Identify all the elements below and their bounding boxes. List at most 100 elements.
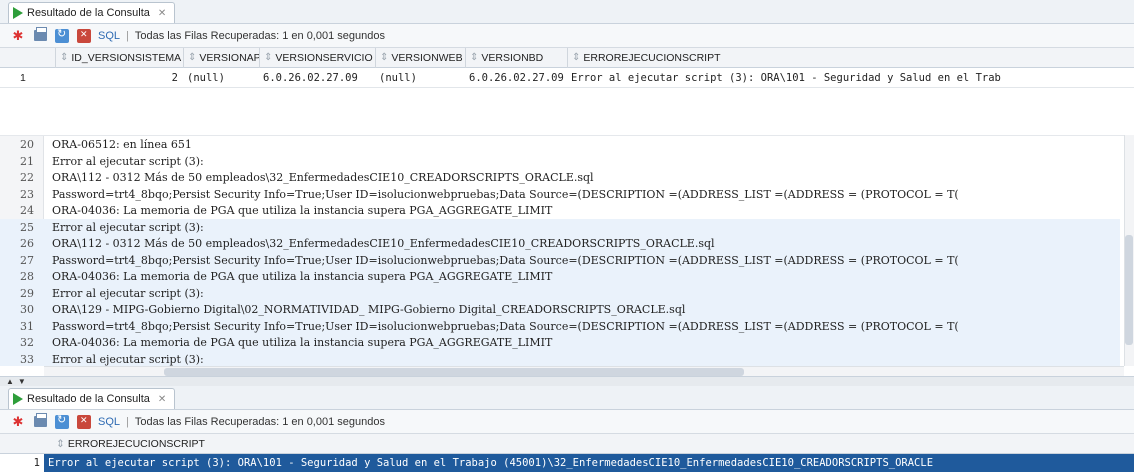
column-header-versionbd[interactable]: ⇕ VERSIONBD [466, 47, 568, 68]
sort-icon: ⇕ [56, 437, 65, 450]
cancel-icon [77, 414, 91, 429]
row-number: 1 [20, 71, 26, 84]
cancel-icon [77, 28, 91, 43]
line-text: ORA\129 - MIPG-Gobierno Digital\02_NORMA… [52, 303, 686, 316]
cell-versionbd[interactable]: 6.0.26.02.27.09 [466, 72, 568, 84]
play-icon [13, 7, 23, 19]
bottom-tab-title: Resultado de la Consulta [27, 393, 150, 405]
editor-line[interactable]: 32 ORA-04036: La memoria de PGA que utili… [0, 334, 1120, 351]
line-text: Error al ejecutar script (3): [52, 286, 204, 300]
editor-line[interactable]: 29 Error al ejecutar script (3): [0, 284, 1120, 302]
cell-id-versionsistema[interactable]: 2 [56, 72, 184, 84]
cell-versionapi[interactable]: (null) [184, 72, 260, 84]
top-result-tab[interactable]: Resultado de la Consulta ✕ [8, 2, 176, 23]
top-toolbar: ✱ SQL | Todas las Filas Recuperadas: 1 e… [0, 24, 1134, 48]
collapse-down-icon[interactable]: ▼ [18, 377, 26, 386]
line-number: 20 [20, 138, 34, 151]
line-number: 32 [20, 336, 34, 349]
sql-link[interactable]: SQL [98, 416, 120, 428]
editor-line[interactable]: 28 ORA-04036: La memoria de PGA que utili… [0, 268, 1120, 285]
editor-line[interactable]: 22 ORA\112 - 0312 Más de 50 empleados\32_… [0, 169, 1120, 186]
line-text: ORA-04036: La memoria de PGA que utiliza… [52, 270, 553, 283]
line-text: ORA-04036: La memoria de PGA que utiliza… [52, 336, 553, 349]
column-header-label: VERSIONBD [481, 51, 544, 64]
print-button[interactable] [32, 27, 48, 44]
line-number: 31 [20, 319, 34, 333]
bottom-result-panel: Resultado de la Consulta ✕ ✱ SQL | Todas… [0, 386, 1134, 472]
line-number: 30 [20, 303, 34, 316]
refresh-icon [55, 413, 69, 429]
collapse-up-icon[interactable]: ▲ [6, 377, 14, 386]
line-number: 29 [20, 286, 34, 300]
column-header-label: VERSIONSERVICIO [275, 51, 373, 64]
editor-line[interactable]: 33 Error al ejecutar script (3): [0, 350, 1120, 366]
horizontal-scroll-thumb[interactable] [164, 368, 744, 376]
close-icon[interactable]: ✕ [158, 8, 166, 19]
editor-line[interactable]: 31 Password=trt4_8bqo;Persist Security In… [0, 317, 1120, 335]
sort-icon: ⇕ [380, 52, 389, 63]
cancel-button[interactable] [76, 414, 92, 430]
row-number-header [0, 47, 56, 68]
line-text: ORA\112 - 0312 Más de 50 empleados\32_En… [52, 171, 594, 184]
query-status: Todas las Filas Recuperadas: 1 en 0,001 … [134, 29, 385, 42]
selected-table-row[interactable]: 1 Error al ejecutar script (3): ORA\101 … [0, 454, 1134, 472]
editor-line[interactable]: 25 Error al ejecutar script (3): [0, 218, 1120, 236]
line-number: 24 [20, 204, 34, 217]
line-number: 27 [20, 253, 34, 267]
bottom-result-tab[interactable]: Resultado de la Consulta ✕ [8, 388, 176, 409]
line-text: Password=trt4_8bqo;Persist Security Info… [52, 187, 959, 201]
column-header-label: VERSIONAPI [199, 51, 260, 64]
print-button[interactable] [32, 413, 48, 430]
row-number: 1 [0, 454, 44, 472]
line-number: 21 [20, 154, 34, 168]
cell-errorejecucionscript[interactable]: Error al ejecutar script (3): ORA\101 - … [568, 72, 1128, 84]
editor-line[interactable]: 30 ORA\129 - MIPG-Gobierno Digital\02_NOR… [0, 301, 1120, 318]
panel-splitter[interactable]: ▲ ▼ [0, 376, 1134, 386]
vertical-scrollbar[interactable] [1124, 135, 1134, 366]
column-header-label: ERROREJECUCIONSCRIPT [583, 51, 721, 64]
sql-link[interactable]: SQL [98, 30, 120, 42]
sort-icon: ⇕ [60, 52, 69, 63]
bottom-tabbar: Resultado de la Consulta ✕ [0, 386, 1134, 410]
cell-versionweb[interactable]: (null) [376, 72, 466, 84]
refresh-button[interactable] [54, 413, 70, 430]
line-text: Error al ejecutar script (3): [52, 154, 204, 168]
cell-value-editor[interactable]: 20 ORA-06512: en línea 651 21 Error al ejec… [0, 135, 1134, 366]
line-number: 22 [20, 171, 34, 184]
column-header-versionweb[interactable]: ⇕ VERSIONWEB [376, 47, 466, 68]
column-header-errorejecucionscript[interactable]: ⇕ ERROREJECUCIONSCRIPT [568, 48, 1134, 68]
editor-line[interactable]: 26 ORA\112 - 0312 Más de 50 empleados\32_… [0, 235, 1120, 252]
line-number: 23 [20, 187, 34, 201]
column-header-versionservicio[interactable]: ⇕ VERSIONSERVICIO [260, 47, 376, 68]
editor-line[interactable]: 21 Error al ejecutar script (3): [0, 153, 1120, 170]
editor-line[interactable]: 27 Password=trt4_8bqo;Persist Security In… [0, 251, 1120, 269]
pin-icon[interactable]: ✱ [10, 28, 26, 44]
sort-icon: ⇕ [264, 52, 273, 63]
vertical-scroll-thumb[interactable] [1125, 235, 1133, 345]
top-column-header-row: ⇕ ID_VERSIONSISTEMA ⇕ VERSIONAPI ⇕ VERSI… [0, 47, 1134, 68]
editor-line[interactable]: 20 ORA-06512: en línea 651 [0, 136, 1120, 153]
column-header-errorejecucionscript[interactable]: ERROREJECUCIONSCRIPT [68, 438, 205, 450]
cell-errorejecucionscript[interactable]: Error al ejecutar script (3): ORA\101 - … [44, 457, 933, 469]
play-icon [13, 393, 23, 405]
refresh-button[interactable] [54, 27, 70, 44]
table-row[interactable]: 1 2 (null) 6.0.26.02.27.09 (null) 6.0.26… [0, 68, 1134, 88]
cancel-button[interactable] [76, 28, 92, 44]
close-icon[interactable]: ✕ [158, 394, 166, 405]
line-text: Password=trt4_8bqo;Persist Security Info… [52, 319, 959, 333]
toolbar-separator: | [126, 415, 129, 428]
toolbar-separator: | [126, 29, 129, 42]
column-header-versionapi[interactable]: ⇕ VERSIONAPI [184, 47, 260, 68]
pin-icon[interactable]: ✱ [10, 414, 26, 430]
column-header-id-versionsistema[interactable]: ⇕ ID_VERSIONSISTEMA [56, 47, 184, 68]
sort-icon: ⇕ [572, 52, 581, 63]
line-text: Error al ejecutar script (3): [52, 352, 204, 366]
top-tabbar: Resultado de la Consulta ✕ [0, 0, 1134, 24]
line-number: 33 [20, 352, 34, 366]
query-status: Todas las Filas Recuperadas: 1 en 0,001 … [134, 415, 385, 428]
horizontal-scrollbar[interactable] [44, 366, 1124, 376]
print-icon [33, 27, 47, 41]
editor-line[interactable]: 23 Password=trt4_8bqo;Persist Security In… [0, 186, 1120, 203]
editor-line[interactable]: 24 ORA-04036: La memoria de PGA que utili… [0, 202, 1120, 219]
cell-versionservicio[interactable]: 6.0.26.02.27.09 [260, 72, 376, 84]
